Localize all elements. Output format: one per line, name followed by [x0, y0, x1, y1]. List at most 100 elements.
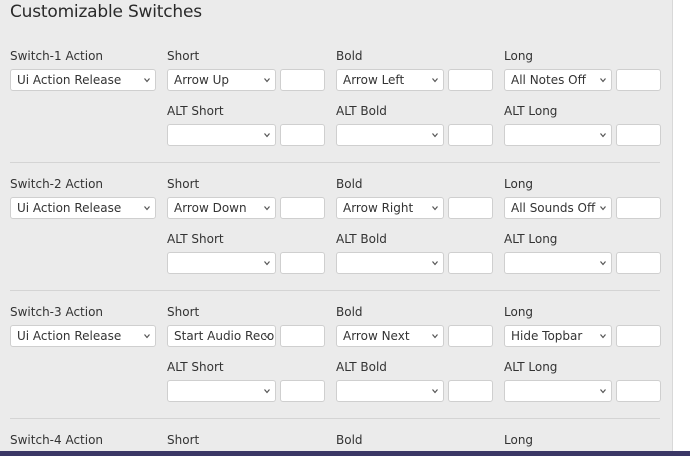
select-value: All Notes Off: [511, 73, 586, 87]
chevron-down-icon: [600, 334, 606, 339]
section-divider: [10, 418, 660, 419]
alt-long-label: ALT Long: [504, 232, 558, 246]
long-label: Long: [504, 305, 534, 319]
bold-label: Bold: [336, 177, 363, 191]
alt-long-param-input[interactable]: [616, 252, 661, 274]
bottom-bar: [0, 451, 690, 456]
alt-long-label: ALT Long: [504, 360, 558, 374]
alt-bold-param-input[interactable]: [448, 252, 493, 274]
short-select[interactable]: Start Audio Recor: [167, 325, 276, 347]
alt-short-label: ALT Short: [167, 360, 224, 374]
alt-short-select[interactable]: [167, 380, 276, 402]
chevron-down-icon: [264, 389, 270, 394]
short-label: Short: [167, 49, 200, 63]
switch-action-select[interactable]: Ui Action Release: [10, 197, 156, 219]
alt-short-label: ALT Short: [167, 104, 224, 118]
chevron-down-icon: [432, 78, 438, 83]
switch-action-label: Switch-3 Action: [10, 305, 104, 319]
long-param-input[interactable]: [616, 325, 661, 347]
short-param-input[interactable]: [280, 197, 325, 219]
scrollbar-track[interactable]: [672, 0, 690, 452]
bold-select[interactable]: Arrow Next: [336, 325, 444, 347]
chevron-down-icon: [432, 133, 438, 138]
alt-short-param-input[interactable]: [280, 252, 325, 274]
alt-bold-label: ALT Bold: [336, 360, 387, 374]
chevron-down-icon: [264, 334, 270, 339]
chevron-down-icon: [264, 261, 270, 266]
select-value: Hide Topbar: [511, 329, 583, 343]
alt-bold-label: ALT Bold: [336, 104, 387, 118]
short-label: Short: [167, 433, 200, 447]
switch-action-label: Switch-4 Action: [10, 433, 104, 447]
chevron-down-icon: [264, 78, 270, 83]
chevron-down-icon: [600, 133, 606, 138]
alt-bold-select[interactable]: [336, 380, 444, 402]
chevron-down-icon: [144, 206, 150, 211]
bold-label: Bold: [336, 433, 363, 447]
switch-action-select[interactable]: Ui Action Release: [10, 325, 156, 347]
long-param-input[interactable]: [616, 197, 661, 219]
select-value: Start Audio Recor: [174, 329, 276, 343]
chevron-down-icon: [432, 206, 438, 211]
bold-label: Bold: [336, 305, 363, 319]
alt-short-label: ALT Short: [167, 232, 224, 246]
alt-short-param-input[interactable]: [280, 124, 325, 146]
chevron-down-icon: [264, 133, 270, 138]
alt-long-param-input[interactable]: [616, 380, 661, 402]
alt-long-select[interactable]: [504, 124, 612, 146]
alt-short-select[interactable]: [167, 124, 276, 146]
bold-param-input[interactable]: [448, 197, 493, 219]
switch-action-label: Switch-1 Action: [10, 49, 104, 63]
bold-select[interactable]: Arrow Right: [336, 197, 444, 219]
alt-bold-label: ALT Bold: [336, 232, 387, 246]
long-label: Long: [504, 177, 534, 191]
alt-bold-select[interactable]: [336, 252, 444, 274]
select-value: Ui Action Release: [17, 329, 122, 343]
bold-select[interactable]: Arrow Left: [336, 69, 444, 91]
select-value: Ui Action Release: [17, 201, 122, 215]
alt-bold-param-input[interactable]: [448, 380, 493, 402]
long-param-input[interactable]: [616, 69, 661, 91]
short-param-input[interactable]: [280, 325, 325, 347]
select-value: All Sounds Off: [511, 201, 596, 215]
page-title: Customizable Switches: [10, 2, 202, 22]
section-divider: [10, 290, 660, 291]
alt-long-param-input[interactable]: [616, 124, 661, 146]
long-select[interactable]: All Sounds Off: [504, 197, 612, 219]
chevron-down-icon: [144, 78, 150, 83]
switch-action-label: Switch-2 Action: [10, 177, 104, 191]
chevron-down-icon: [432, 334, 438, 339]
alt-long-select[interactable]: [504, 380, 612, 402]
select-value: Arrow Up: [174, 73, 229, 87]
alt-short-select[interactable]: [167, 252, 276, 274]
chevron-down-icon: [432, 389, 438, 394]
chevron-down-icon: [432, 261, 438, 266]
short-select[interactable]: Arrow Down: [167, 197, 276, 219]
alt-long-label: ALT Long: [504, 104, 558, 118]
chevron-down-icon: [600, 261, 606, 266]
bold-param-input[interactable]: [448, 325, 493, 347]
chevron-down-icon: [600, 206, 606, 211]
alt-bold-param-input[interactable]: [448, 124, 493, 146]
select-value: Arrow Down: [174, 201, 247, 215]
bold-param-input[interactable]: [448, 69, 493, 91]
chevron-down-icon: [600, 78, 606, 83]
chevron-down-icon: [144, 334, 150, 339]
alt-long-select[interactable]: [504, 252, 612, 274]
alt-short-param-input[interactable]: [280, 380, 325, 402]
switch-action-select[interactable]: Ui Action Release: [10, 69, 156, 91]
short-label: Short: [167, 177, 200, 191]
long-select[interactable]: All Notes Off: [504, 69, 612, 91]
alt-bold-select[interactable]: [336, 124, 444, 146]
select-value: Arrow Right: [343, 201, 414, 215]
bold-label: Bold: [336, 49, 363, 63]
short-label: Short: [167, 305, 200, 319]
long-label: Long: [504, 433, 534, 447]
select-value: Arrow Next: [343, 329, 410, 343]
select-value: Ui Action Release: [17, 73, 122, 87]
long-select[interactable]: Hide Topbar: [504, 325, 612, 347]
short-param-input[interactable]: [280, 69, 325, 91]
chevron-down-icon: [600, 389, 606, 394]
section-divider: [10, 162, 660, 163]
short-select[interactable]: Arrow Up: [167, 69, 276, 91]
